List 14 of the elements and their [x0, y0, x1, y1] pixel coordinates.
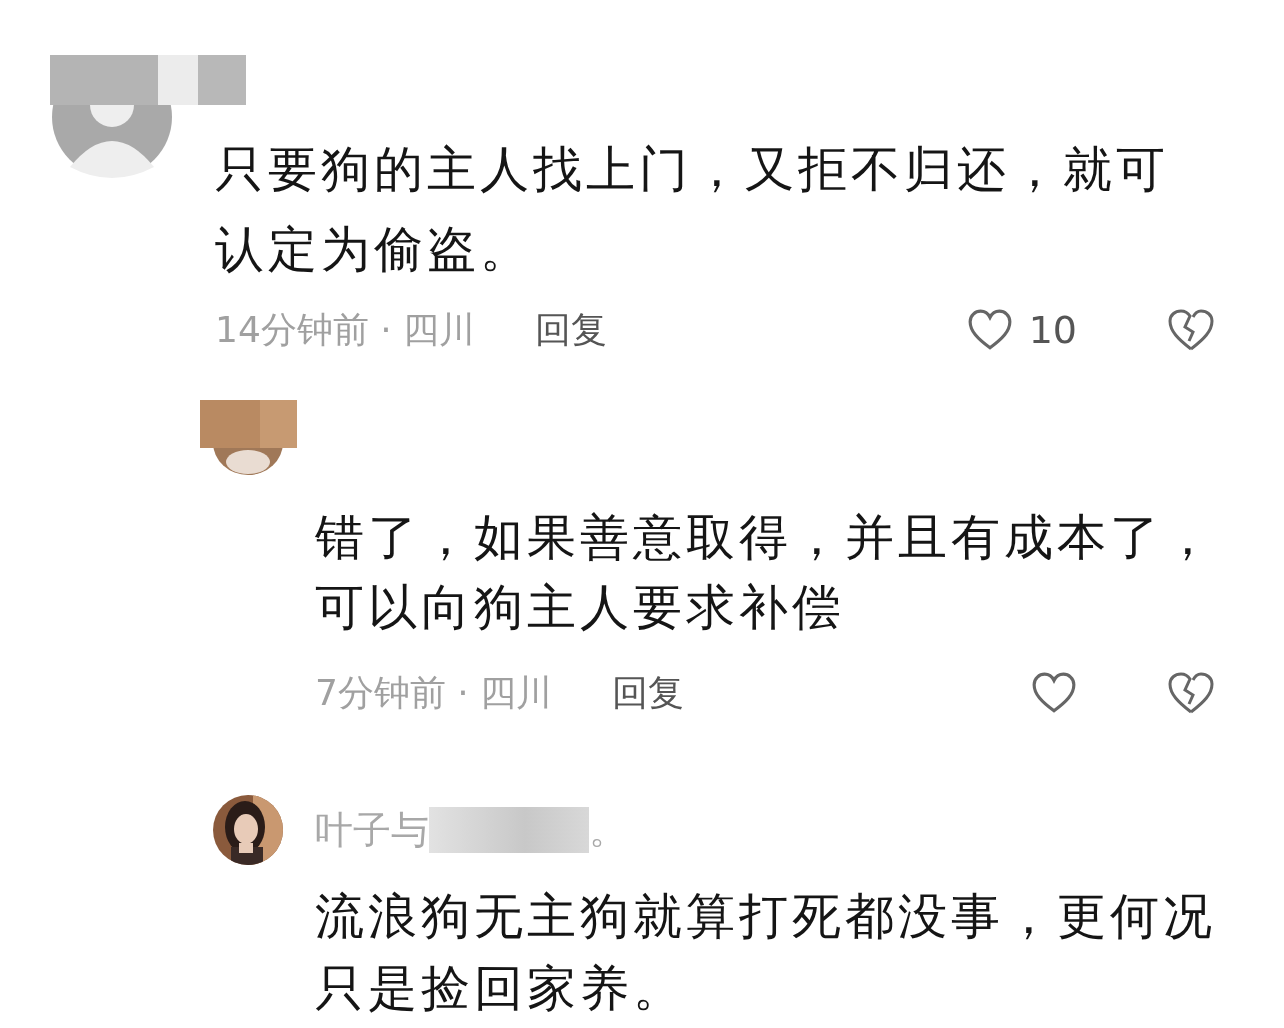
reply-button[interactable]: 回复 [535, 305, 608, 355]
username: 叶子与 [315, 807, 429, 854]
reply-button[interactable]: 回复 [612, 668, 685, 718]
username-suffix: 。 [589, 807, 627, 854]
comment-text: 只要狗的主人找上门，又拒不归还，就可认定为偷盗。 [215, 140, 1170, 280]
dislike-icon[interactable] [1167, 308, 1215, 352]
like-button[interactable] [1031, 672, 1077, 714]
comment-meta: 14分钟前 · 四川 [215, 307, 476, 352]
heart-icon[interactable] [966, 309, 1013, 351]
comment-text: 流浪狗无主狗就算打死都没事，更何况只是捡回家养。 [315, 887, 1217, 1019]
dislike-icon[interactable] [1167, 671, 1215, 715]
comment-text: 错了，如果善意取得，并且有成本了，可以向狗主人要求补偿 [315, 508, 1217, 638]
comment-meta: 7分钟前 · 四川 [315, 670, 553, 715]
like-button[interactable]: 10 [966, 308, 1077, 352]
